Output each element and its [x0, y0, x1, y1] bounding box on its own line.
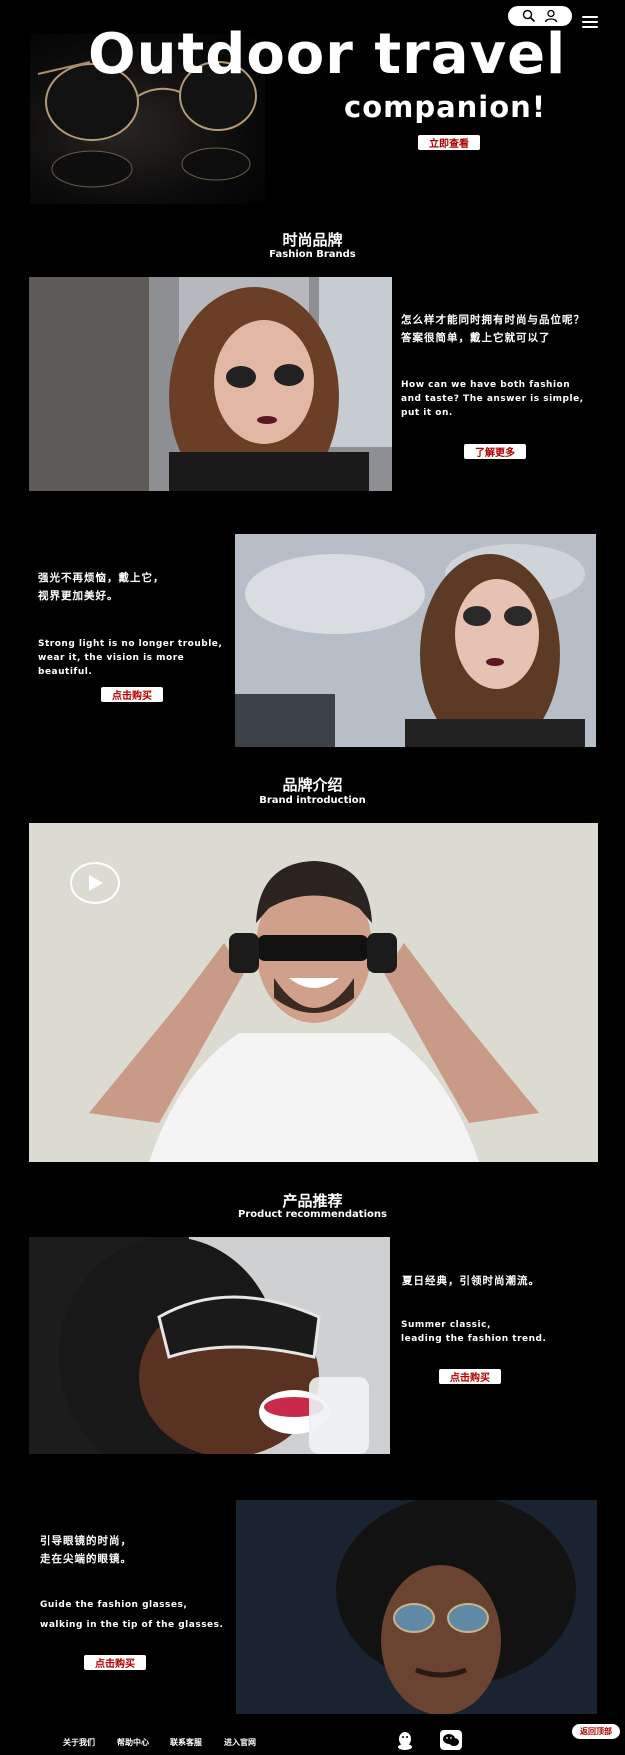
fashion-section-title-cn: 时尚品牌: [282, 231, 343, 249]
play-icon[interactable]: [70, 862, 120, 904]
fashion-photo-woman-city: [29, 277, 392, 491]
fashion-block2-en-line2: wear it, the vision is more beautiful.: [38, 653, 185, 677]
learn-more-button[interactable]: 了解更多: [464, 444, 526, 459]
view-now-button[interactable]: 立即查看: [418, 135, 480, 150]
wechat-icon[interactable]: [440, 1730, 462, 1750]
products-section-title-cn: 产品推荐: [282, 1192, 343, 1210]
hero-title: Outdoor travel: [88, 22, 567, 87]
footer-link-support[interactable]: 联系客服: [170, 1737, 202, 1748]
fashion-block1-en-line2: and taste? The answer is simple,: [401, 394, 584, 404]
fashion-block1-cn-line2: 答案很简单，戴上它就可以了: [401, 332, 551, 344]
products-block1-en-line2: leading the fashion trend.: [401, 1334, 547, 1344]
brand-section-title-en: Brand introduction: [259, 795, 366, 806]
back-to-top-button[interactable]: 返回顶部: [572, 1724, 620, 1739]
search-icon[interactable]: [522, 9, 536, 23]
footer-link-official-site[interactable]: 进入官网: [224, 1737, 256, 1748]
buy-button-2[interactable]: 点击购买: [439, 1369, 501, 1384]
buy-button-3[interactable]: 点击购买: [84, 1655, 146, 1670]
fashion-section-title-en: Fashion Brands: [269, 249, 356, 260]
buy-button-1[interactable]: 点击购买: [101, 687, 163, 702]
products-block2-en-line1: Guide the fashion glasses,: [40, 1600, 188, 1610]
user-icon[interactable]: [544, 9, 558, 23]
fashion-block1-en-line3: put it on.: [401, 408, 453, 418]
products-block2-en-line2: walking in the tip of the glasses.: [40, 1620, 224, 1630]
fashion-block1-cn-line1: 怎么样才能同时拥有时尚与品位呢？: [401, 314, 585, 326]
fashion-photo-woman-sky: [235, 534, 596, 747]
brand-section-title-cn: 品牌介绍: [282, 776, 343, 794]
hero-subtitle: companion!: [344, 90, 547, 124]
fashion-block2-cn-line1: 强光不再烦恼，戴上它，: [38, 572, 165, 584]
products-section-title-en: Product recommendations: [238, 1209, 387, 1220]
product-photo-man-curly-hair: [236, 1500, 597, 1714]
footer-link-about[interactable]: 关于我们: [63, 1737, 95, 1748]
menu-icon[interactable]: [582, 16, 598, 28]
footer-link-help[interactable]: 帮助中心: [117, 1737, 149, 1748]
products-block1-cn-line1: 夏日经典，引领时尚潮流。: [402, 1275, 540, 1287]
products-block2-cn-line2: 走在尖端的眼镜。: [40, 1553, 132, 1565]
fashion-block2-cn-line2: 视界更加美好。: [38, 590, 119, 602]
qq-icon[interactable]: [397, 1731, 413, 1750]
fashion-block2-en-line1: Strong light is no longer trouble,: [38, 639, 223, 649]
fashion-block1-en-line1: How can we have both fashion: [401, 380, 571, 390]
products-block1-en-line1: Summer classic,: [401, 1320, 491, 1330]
products-block2-cn-line1: 引导眼镜的时尚，: [40, 1535, 132, 1547]
product-photo-woman-bottle: [29, 1237, 390, 1454]
